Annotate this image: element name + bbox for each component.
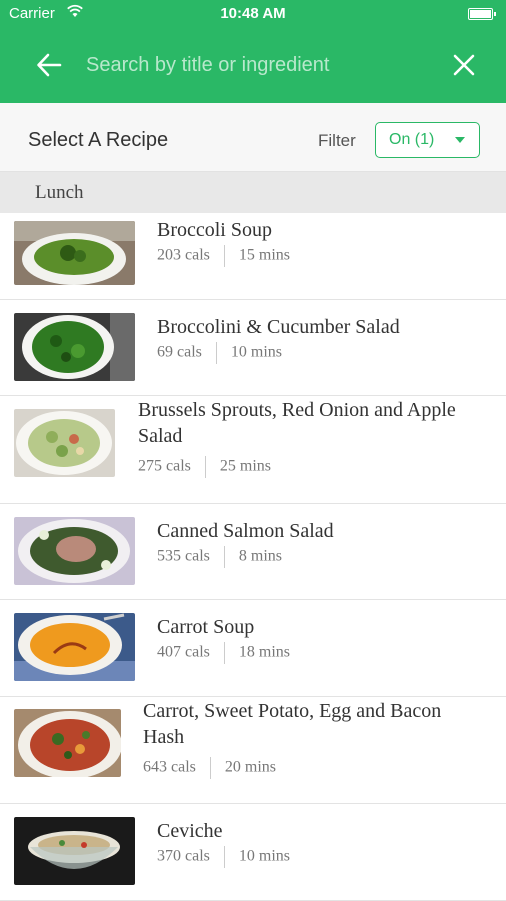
list-item[interactable]: Broccolini & Cucumber Salad 69 cals 10 mi… [0, 300, 506, 396]
recipe-thumbnail-ceviche [14, 817, 135, 885]
meta-divider [223, 546, 225, 568]
search-bar [0, 30, 506, 103]
meta-divider [204, 456, 206, 478]
recipe-calories: 407 cals [157, 643, 210, 661]
close-icon[interactable] [452, 53, 476, 77]
recipe-meta: 370 cals 10 mins [157, 846, 290, 868]
recipe-name: Carrot Soup [157, 616, 255, 638]
recipe-name: Broccoli Soup [157, 219, 272, 241]
meta-divider [215, 342, 217, 364]
list-item[interactable]: Carrot Soup 407 cals 18 mins [0, 600, 506, 697]
recipe-calories: 203 cals [157, 246, 210, 264]
recipe-thumbnail-carrot-soup [14, 613, 135, 681]
recipe-list: Broccoli Soup 203 cals 15 mins Broccolini… [0, 213, 506, 901]
list-item[interactable]: Brussels Sprouts, Red Onion and Apple Sa… [0, 396, 506, 504]
filter-value: On (1) [389, 131, 435, 148]
meta-divider [223, 846, 225, 868]
recipe-time: 8 mins [238, 547, 282, 565]
filter-bar: Select A Recipe Filter On (1) [0, 103, 506, 172]
recipe-time: 20 mins [224, 758, 276, 776]
recipe-calories: 69 cals [157, 343, 202, 361]
recipe-name: Ceviche [157, 820, 223, 842]
section-header-lunch: Lunch [0, 172, 506, 213]
recipe-time: 18 mins [238, 643, 290, 661]
recipe-calories: 535 cals [157, 547, 210, 565]
list-item[interactable]: Canned Salmon Salad 535 cals 8 mins [0, 504, 506, 600]
search-input[interactable] [86, 50, 416, 80]
filter-label: Filter [318, 131, 356, 150]
recipe-calories: 643 cals [143, 758, 196, 776]
list-item[interactable]: Ceviche 370 cals 10 mins [0, 804, 506, 901]
list-item[interactable]: Carrot, Sweet Potato, Egg and Bacon Hash… [0, 697, 506, 804]
recipe-meta: 643 cals 20 mins [143, 757, 276, 779]
chevron-down-icon [455, 137, 465, 143]
meta-divider [209, 757, 211, 779]
recipe-time: 15 mins [238, 246, 290, 264]
recipe-name: Brussels Sprouts, Red Onion and Apple Sa… [138, 399, 456, 447]
recipe-thumbnail-sweet-potato-hash [14, 709, 121, 777]
back-arrow-icon[interactable] [36, 52, 62, 78]
page-title: Select A Recipe [28, 129, 169, 151]
recipe-thumbnail-broccolini-salad [14, 313, 135, 381]
recipe-thumbnail-brussels-salad [14, 409, 115, 477]
meta-divider [223, 245, 225, 267]
recipe-meta: 275 cals 25 mins [138, 456, 271, 478]
battery-icon [468, 8, 496, 20]
meta-divider [223, 642, 225, 664]
recipe-calories: 370 cals [157, 847, 210, 865]
list-item[interactable]: Broccoli Soup 203 cals 15 mins [0, 213, 506, 300]
recipe-name: Broccolini & Cucumber Salad [157, 316, 400, 338]
filter-dropdown[interactable]: On (1) [375, 122, 480, 158]
recipe-meta: 69 cals 10 mins [157, 342, 282, 364]
recipe-time: 10 mins [238, 847, 290, 865]
section-label: Lunch [35, 182, 84, 203]
recipe-name: Canned Salmon Salad [157, 520, 334, 542]
recipe-thumbnail-salmon-salad [14, 517, 135, 585]
status-time: 10:48 AM [220, 5, 286, 22]
recipe-meta: 407 cals 18 mins [157, 642, 290, 664]
status-bar: Carrier 10:48 AM [0, 0, 506, 30]
recipe-meta: 535 cals 8 mins [157, 546, 282, 568]
app-header: Carrier 10:48 AM [0, 0, 506, 103]
recipe-meta: 203 cals 15 mins [157, 245, 290, 267]
recipe-name: Carrot, Sweet Potato, Egg and Bacon Hash [143, 700, 442, 748]
recipe-calories: 275 cals [138, 457, 191, 475]
recipe-thumbnail-broccoli-soup [14, 221, 135, 285]
recipe-time: 25 mins [219, 457, 271, 475]
recipe-time: 10 mins [230, 343, 282, 361]
